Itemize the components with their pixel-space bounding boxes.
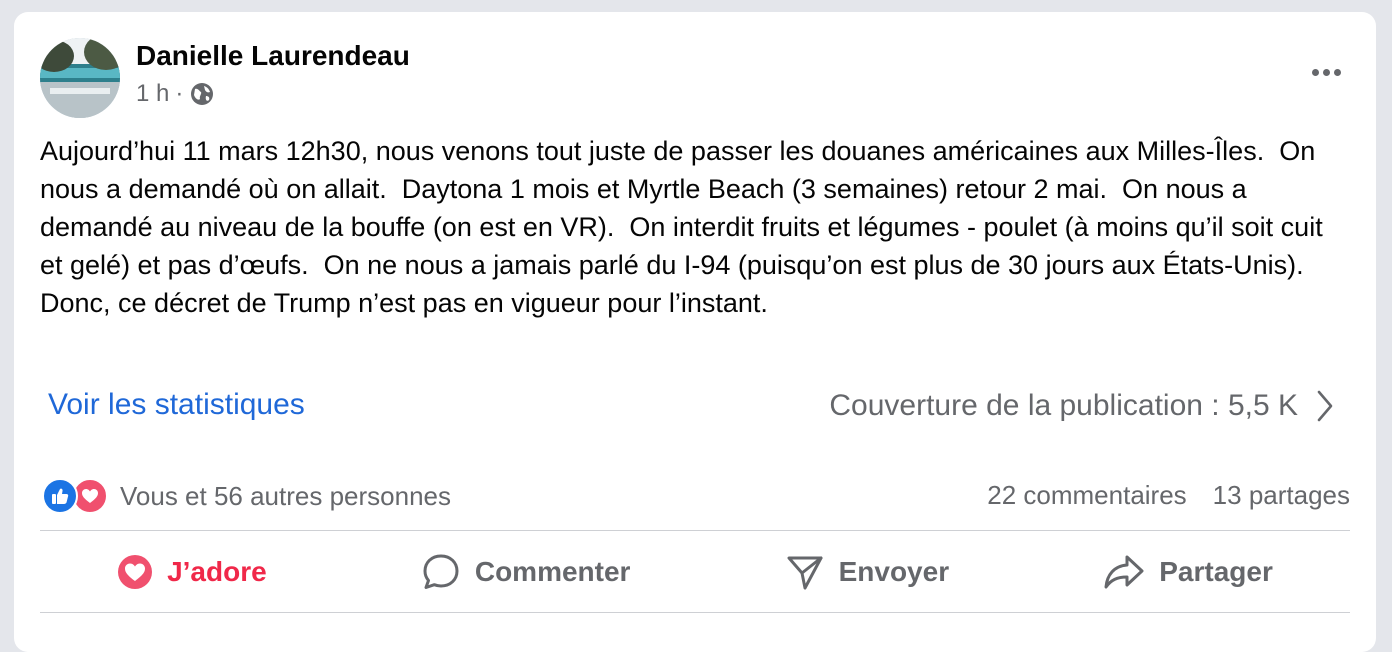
divider [40,530,1350,531]
post-meta: 1 h · [136,80,215,108]
reaction-count-text: Vous et 56 autres personnes [120,480,452,511]
post-card: Danielle Laurendeau 1 h · Aujourd’hui 11… [14,12,1376,652]
comment-button[interactable]: Commenter [421,552,631,592]
author-name[interactable]: Danielle Laurendeau [136,40,410,72]
dot-icon [1333,68,1341,76]
send-button-label: Envoyer [838,556,950,587]
comment-count[interactable]: 22 commentaires [987,480,1186,511]
meta-separator: · [175,80,184,107]
heart-icon [118,555,153,589]
dot-icon [1322,68,1330,76]
reaction-summary[interactable]: Vous et 56 autres personnes [42,478,451,514]
post-reach[interactable]: Couverture de la publication : 5,5 K [829,388,1334,424]
dot-icon [1311,68,1319,76]
love-button-label: J’adore [167,556,267,587]
send-button[interactable]: Envoyer [785,552,950,592]
share-count[interactable]: 13 partages [1213,480,1350,511]
engagement-counts: 22 commentaires 13 partages [987,480,1350,511]
share-icon [1104,555,1144,589]
like-reaction-icon [42,478,78,514]
action-bar: J’adore Commenter Envoyer Partager [40,532,1350,612]
post-reach-label: Couverture de la publication : 5,5 K [829,389,1298,422]
love-button[interactable]: J’adore [117,554,267,590]
share-button-label: Partager [1159,556,1273,587]
chevron-right-icon [1317,390,1333,422]
globe-icon[interactable] [189,81,215,107]
comment-button-label: Commenter [474,556,631,587]
divider [40,612,1350,613]
view-insights-link[interactable]: Voir les statistiques [48,388,305,422]
share-button[interactable]: Partager [1103,552,1273,592]
send-icon [787,556,823,590]
more-options-button[interactable] [1306,64,1346,80]
post-text: Aujourd’hui 11 mars 12h30, nous venons t… [40,136,1331,318]
post-time[interactable]: 1 h [136,80,169,108]
comment-icon [423,554,459,589]
avatar[interactable] [40,38,120,118]
